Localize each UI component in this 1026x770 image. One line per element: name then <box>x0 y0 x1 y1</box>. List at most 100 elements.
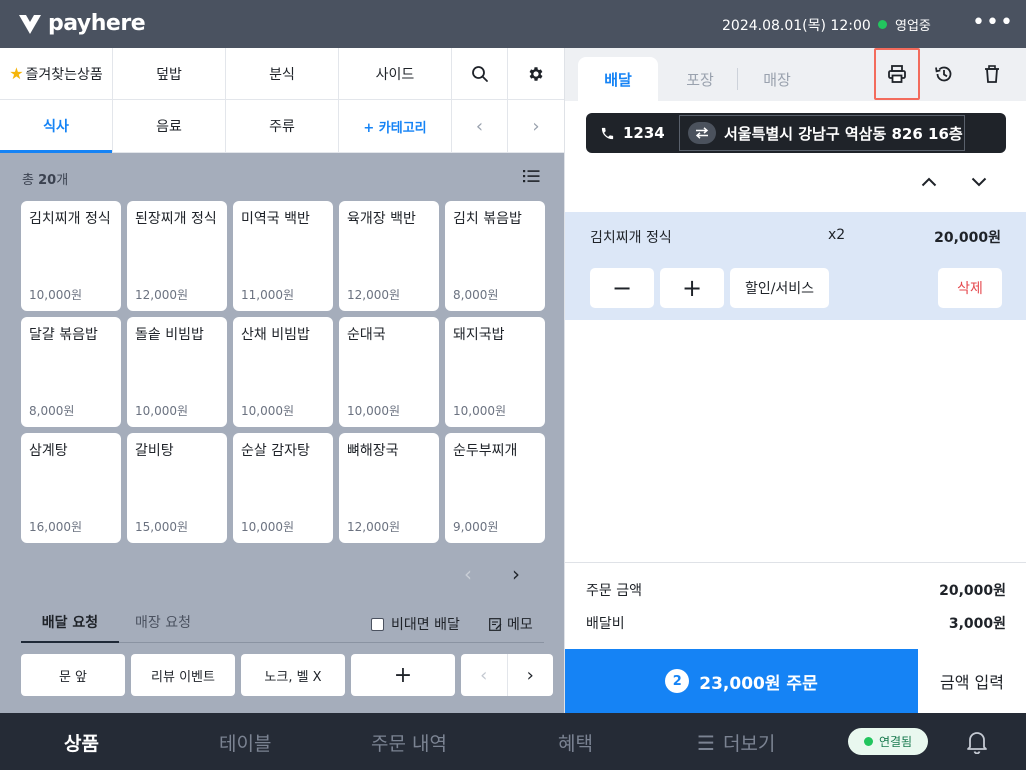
page-next-button[interactable]: › <box>512 562 520 586</box>
preset-at-door[interactable]: 문 앞 <box>21 654 125 696</box>
tab-delivery-request[interactable]: 배달 요청 <box>21 612 119 643</box>
add-category-button[interactable]: + 카테고리 <box>339 100 452 152</box>
nav-products[interactable]: 상품 <box>64 729 99 756</box>
tab-takeout[interactable]: 포장 <box>678 57 722 101</box>
product-name: 순두부찌개 <box>453 443 518 459</box>
preset-no-knock[interactable]: 노크, 벨 X <box>241 654 345 696</box>
product-card[interactable]: 돌솥 비빔밥 10,000원 <box>127 317 227 427</box>
search-icon <box>471 65 488 82</box>
request-bar: 배달 요청 매장 요청 비대면 배달 메모 <box>21 612 544 643</box>
nav-more-label: 더보기 <box>722 733 776 755</box>
product-card[interactable]: 산채 비빔밥 10,000원 <box>233 317 333 427</box>
preset-review-event[interactable]: 리뷰 이벤트 <box>131 654 235 696</box>
category-drink[interactable]: 음료 <box>113 100 226 152</box>
product-price: 8,000원 <box>29 404 75 418</box>
product-name: 김치찌개 정식 <box>29 211 111 227</box>
preset-next-button[interactable]: › <box>508 654 554 696</box>
line-item-qty: x2 <box>828 227 846 243</box>
product-grid: 김치찌개 정식 10,000원 된장찌개 정식 12,000원 미역국 백반 11,000… <box>21 201 545 543</box>
product-card[interactable]: 김치 볶음밥 8,000원 <box>445 201 545 311</box>
product-name: 순살 감자탕 <box>241 443 310 459</box>
category-favorites[interactable]: ★ 즐겨찾는상품 <box>0 48 113 99</box>
product-price: 8,000원 <box>453 288 499 302</box>
bottom-nav: 상품 테이블 주문 내역 혜택 ☰ 더보기 연결됨 <box>0 713 1026 770</box>
more-menu-icon[interactable]: ••• <box>972 12 1014 34</box>
product-price: 10,000원 <box>347 404 401 418</box>
product-card[interactable]: 순대국 10,000원 <box>339 317 439 427</box>
tab-dine-in[interactable]: 매장 <box>755 57 799 101</box>
address-field[interactable]: 서울특별시 강남구 역삼동 826 16층 <box>679 115 965 151</box>
swap-icon[interactable] <box>688 122 716 144</box>
address-text: 서울특별시 강남구 역삼동 826 16층 <box>724 124 963 143</box>
product-card[interactable]: 육개장 백반 12,000원 <box>339 201 439 311</box>
connection-status-badge: 연결됨 <box>848 728 928 755</box>
decrease-qty-button[interactable]: − <box>590 268 654 308</box>
discount-service-button[interactable]: 할인/서비스 <box>730 268 829 308</box>
customer-phone[interactable]: 1234 <box>600 124 665 142</box>
tab-delivery[interactable]: 배달 <box>578 57 658 101</box>
contactless-label: 비대면 배달 <box>391 617 460 633</box>
scroll-up-button[interactable] <box>921 171 937 192</box>
product-card[interactable]: 미역국 백반 11,000원 <box>233 201 333 311</box>
product-card[interactable]: 순살 감자탕 10,000원 <box>233 433 333 543</box>
nav-tables[interactable]: 테이블 <box>219 729 271 756</box>
submit-order-button[interactable]: 2 23,000원 주문 <box>565 649 918 713</box>
memo-button[interactable]: 메모 <box>489 614 533 634</box>
product-name: 달걀 볶음밥 <box>29 327 98 343</box>
delivery-fee-row: 배달비 3,000원 <box>586 613 1006 633</box>
settings-button[interactable] <box>508 48 564 99</box>
total-prefix: 총 <box>22 173 34 188</box>
history-button[interactable] <box>921 48 967 100</box>
order-amount-value: 20,000원 <box>939 583 1006 599</box>
product-price: 10,000원 <box>29 288 83 302</box>
category-alcohol[interactable]: 주류 <box>226 100 339 152</box>
scroll-down-button[interactable] <box>971 171 987 192</box>
nav-more[interactable]: ☰ 더보기 <box>697 729 775 756</box>
tab-divider <box>737 68 738 90</box>
delivery-fee-label: 배달비 <box>586 616 625 632</box>
category-rice-bowl[interactable]: 덮밥 <box>113 48 226 99</box>
memo-icon <box>489 617 502 631</box>
datetime: 2024.08.01(목) 12:00 <box>722 18 871 34</box>
product-name: 된장찌개 정식 <box>135 211 217 227</box>
preset-prev-button[interactable]: ‹ <box>461 654 508 696</box>
increase-qty-button[interactable]: + <box>660 268 724 308</box>
star-icon: ★ <box>9 64 24 83</box>
logo-mark-icon <box>19 14 41 34</box>
order-line-item[interactable]: 김치찌개 정식 x2 20,000원 − + 할인/서비스 삭제 <box>565 212 1026 320</box>
product-card[interactable]: 삼계탕 16,000원 <box>21 433 121 543</box>
nav-benefits[interactable]: 혜택 <box>558 729 593 756</box>
category-next-button[interactable]: › <box>508 100 564 152</box>
product-price: 12,000원 <box>347 520 401 534</box>
category-snack[interactable]: 분식 <box>226 48 339 99</box>
product-card[interactable]: 김치찌개 정식 10,000원 <box>21 201 121 311</box>
notification-button[interactable] <box>966 730 988 758</box>
category-prev-button[interactable]: ‹ <box>452 100 508 152</box>
contactless-delivery-checkbox[interactable]: 비대면 배달 <box>371 614 460 634</box>
category-side[interactable]: 사이드 <box>339 48 452 99</box>
product-price: 12,000원 <box>135 288 189 302</box>
customer-bar: 1234 서울특별시 강남구 역삼동 826 16층 <box>586 113 1006 153</box>
category-meal[interactable]: 식사 <box>0 100 113 153</box>
list-view-icon[interactable] <box>523 168 540 184</box>
category-row-1: ★ 즐겨찾는상품 덮밥 분식 사이드 <box>0 48 564 100</box>
add-preset-button[interactable]: + <box>351 654 455 696</box>
history-icon <box>935 66 952 82</box>
product-name: 삼계탕 <box>29 443 68 459</box>
product-card[interactable]: 뼈해장국 12,000원 <box>339 433 439 543</box>
nav-order-history[interactable]: 주문 내역 <box>371 729 447 756</box>
tab-store-request[interactable]: 매장 요청 <box>135 612 191 643</box>
product-card[interactable]: 순두부찌개 9,000원 <box>445 433 545 543</box>
product-card[interactable]: 갈비탕 15,000원 <box>127 433 227 543</box>
product-card[interactable]: 된장찌개 정식 12,000원 <box>127 201 227 311</box>
amount-input-button[interactable]: 금액 입력 <box>918 649 1026 713</box>
product-card[interactable]: 돼지국밥 10,000원 <box>445 317 545 427</box>
print-button[interactable] <box>874 48 920 100</box>
product-card[interactable]: 달걀 볶음밥 8,000원 <box>21 317 121 427</box>
delete-all-button[interactable] <box>969 48 1015 100</box>
search-button[interactable] <box>452 48 508 99</box>
page-prev-button[interactable]: ‹ <box>464 562 472 586</box>
checkbox-icon <box>371 617 384 631</box>
product-price: 9,000원 <box>453 520 499 534</box>
delete-item-button[interactable]: 삭제 <box>938 268 1002 308</box>
